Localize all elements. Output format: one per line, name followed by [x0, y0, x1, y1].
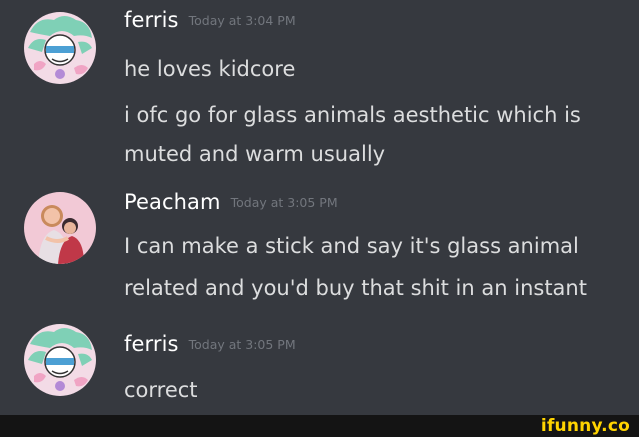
- timestamp: Today at 3:05 PM: [230, 195, 338, 210]
- avatar[interactable]: [24, 324, 96, 396]
- message-text: muted and warm usually: [124, 142, 386, 166]
- timestamp: Today at 3:05 PM: [188, 337, 296, 352]
- message-text: correct: [124, 378, 198, 402]
- avatar[interactable]: [24, 12, 96, 84]
- message-header: ferris Today at 3:05 PM: [124, 332, 296, 356]
- username[interactable]: ferris: [124, 8, 179, 32]
- message-text: related and you'd buy that shit in an in…: [124, 276, 587, 300]
- ifunny-watermark: ifunny.co: [540, 416, 630, 436]
- ferris-avatar-icon: [24, 12, 96, 84]
- message-header: Peacham Today at 3:05 PM: [124, 190, 338, 214]
- timestamp: Today at 3:04 PM: [188, 13, 296, 28]
- peacham-avatar-icon: [24, 192, 96, 264]
- message-header: ferris Today at 3:04 PM: [124, 8, 296, 32]
- message-text: i ofc go for glass animals aesthetic whi…: [124, 103, 581, 127]
- username[interactable]: Peacham: [124, 190, 221, 214]
- ferris-avatar-icon: [24, 324, 96, 396]
- chat-messages: ferris Today at 3:04 PM he loves kidcore …: [0, 0, 639, 415]
- avatar[interactable]: [24, 192, 96, 264]
- watermark-bar: ifunny.co: [0, 415, 639, 437]
- message-text: I can make a stick and say it's glass an…: [124, 234, 579, 258]
- username[interactable]: ferris: [124, 332, 179, 356]
- message-text: he loves kidcore: [124, 57, 296, 81]
